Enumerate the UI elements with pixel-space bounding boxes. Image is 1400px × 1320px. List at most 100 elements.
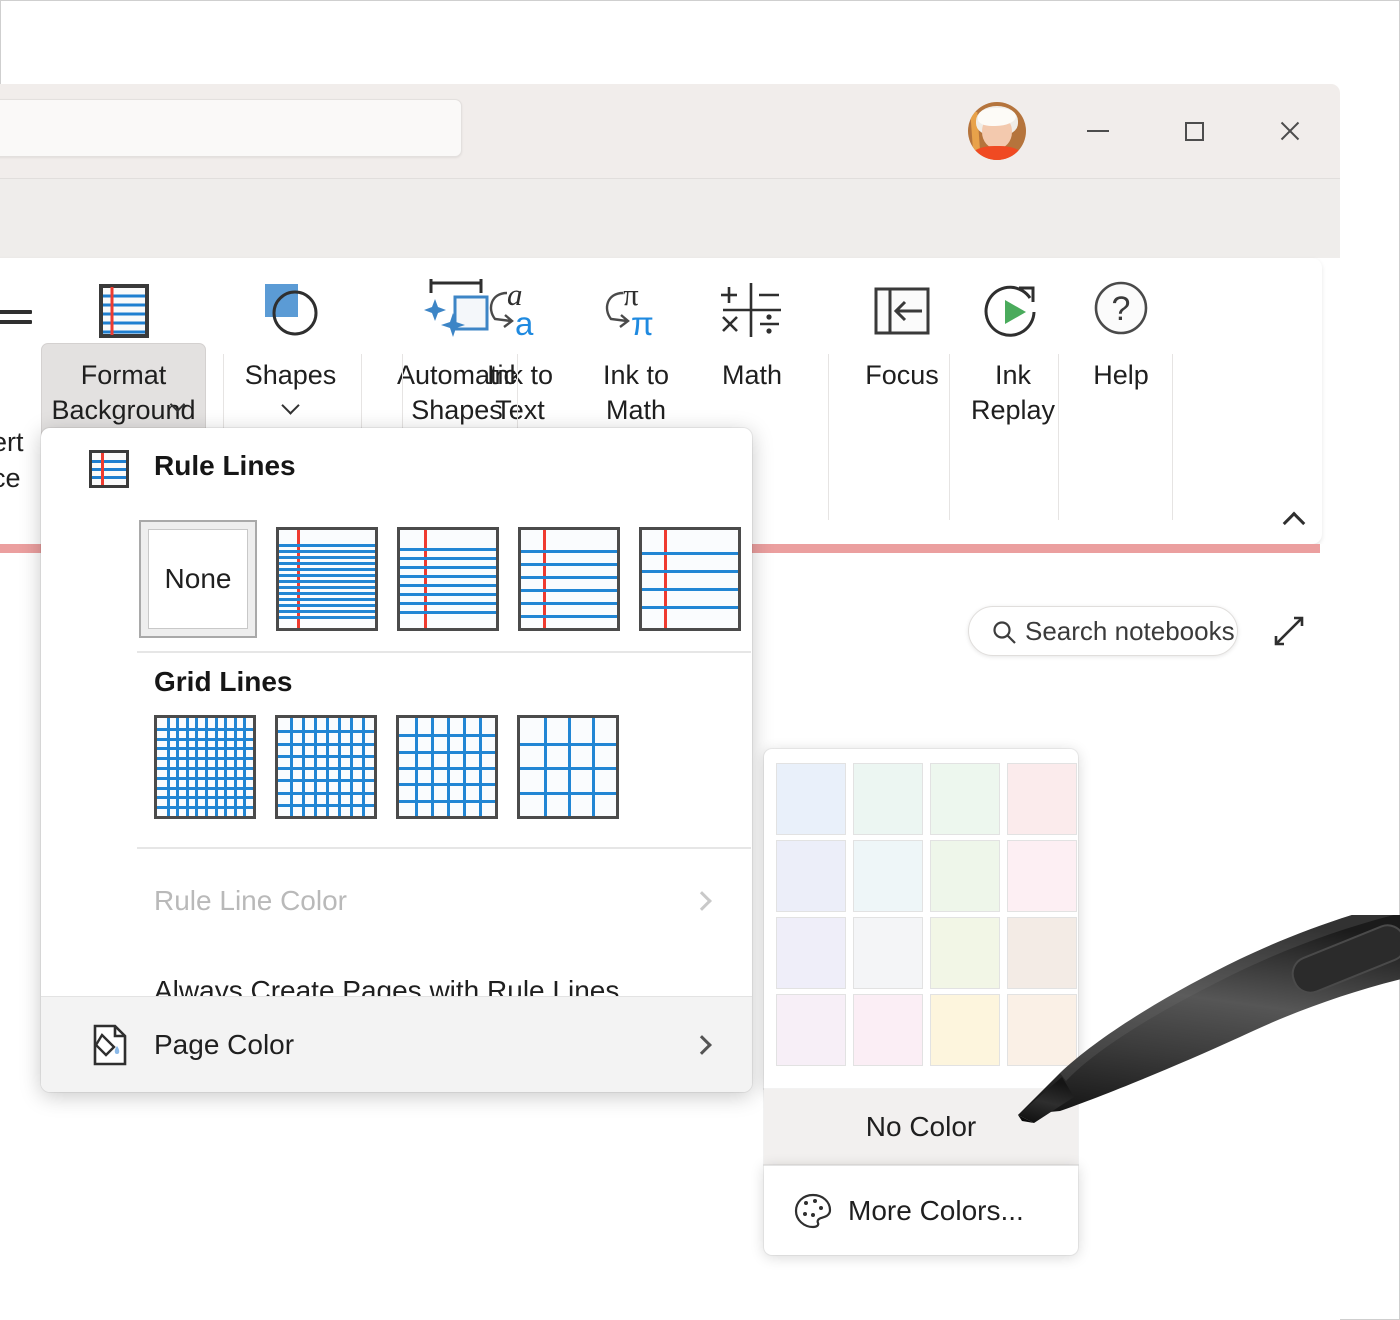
color-swatch-pale-sage[interactable] xyxy=(930,840,1000,912)
dropdown-divider-1 xyxy=(137,651,751,653)
focus-label: Focus xyxy=(865,358,939,393)
color-swatch-pale-blue[interactable] xyxy=(776,763,846,835)
grid-v-line xyxy=(479,718,482,816)
color-swatch-pale-grey[interactable] xyxy=(853,917,923,989)
rule-lines-title: Rule Lines xyxy=(154,450,296,482)
expand-icon[interactable] xyxy=(1270,612,1308,650)
ink-to-text-button[interactable]: a a Ink to Text xyxy=(460,266,580,428)
app-root: ert ce Format Background xyxy=(0,0,1400,1320)
rule-line-none-label: None xyxy=(148,529,248,629)
ink-to-math-button[interactable]: π π Ink to Math xyxy=(576,266,696,428)
ink-to-math-icon: π π xyxy=(597,266,675,358)
math-label: Math xyxy=(722,358,782,393)
page-color-item[interactable]: Page Color xyxy=(41,996,752,1092)
rule-line-option-college-ruled[interactable] xyxy=(397,527,499,631)
focus-button[interactable]: Focus xyxy=(842,266,962,393)
ribbon-partial-insert-space[interactable]: ert ce xyxy=(0,258,40,544)
color-swatch-pale-lavender[interactable] xyxy=(776,917,846,989)
chevron-right-icon xyxy=(692,1035,712,1055)
grid-h-line xyxy=(157,796,253,799)
grid-h-line xyxy=(157,787,253,790)
grid-v-line xyxy=(350,718,353,816)
color-swatch-pale-lilac[interactable] xyxy=(776,994,846,1066)
shapes-icon xyxy=(257,266,325,358)
rule-line-option-standard-ruled[interactable] xyxy=(518,527,620,631)
minimize-button[interactable] xyxy=(1050,84,1146,178)
close-button[interactable] xyxy=(1242,84,1338,178)
page-color-label: Page Color xyxy=(154,1029,294,1061)
insert-space-icon-2 xyxy=(0,320,32,324)
grid-v-line xyxy=(362,718,365,816)
grid-h-line xyxy=(278,779,374,782)
ink-replay-button[interactable]: Ink Replay xyxy=(953,266,1073,428)
search-icon xyxy=(991,619,1018,646)
rule-lines-header: Rule Lines xyxy=(41,428,752,510)
user-avatar[interactable] xyxy=(968,102,1026,160)
rule-line-color-label: Rule Line Color xyxy=(154,885,347,917)
chevron-right-icon xyxy=(692,891,712,911)
avatar-shirt xyxy=(972,146,1022,160)
ribbon-tab-strip[interactable] xyxy=(0,178,1340,258)
more-colors-item[interactable]: More Colors... xyxy=(764,1165,1078,1255)
rule-line-color-item[interactable]: Rule Line Color xyxy=(41,858,752,944)
help-label: Help xyxy=(1093,358,1149,393)
svg-text:?: ? xyxy=(1112,290,1131,328)
ribbon-separator-5 xyxy=(828,354,829,520)
color-swatch-pale-cyan[interactable] xyxy=(853,840,923,912)
focus-icon xyxy=(867,266,937,358)
math-icon xyxy=(717,266,787,358)
insert-space-icon xyxy=(0,310,32,314)
stylus-pen xyxy=(990,915,1400,1145)
help-button[interactable]: ? Help xyxy=(1066,266,1176,393)
rule-lines-icon xyxy=(89,450,129,488)
math-button[interactable]: Math xyxy=(702,266,802,393)
rule-line-option-narrow-ruled[interactable] xyxy=(276,527,378,631)
grid-h-line xyxy=(520,792,616,795)
grid-v-line xyxy=(338,718,341,816)
grid-line-option-grid-large[interactable] xyxy=(396,715,498,819)
ink-replay-icon xyxy=(978,266,1048,358)
ribbon-separator-6 xyxy=(949,354,950,520)
grid-v-line xyxy=(215,718,218,816)
shapes-button[interactable]: Shapes xyxy=(238,266,343,412)
search-notebooks-placeholder: Search notebooks xyxy=(1025,616,1235,647)
ink-to-math-label: Ink to Math xyxy=(603,358,669,428)
shapes-label: Shapes xyxy=(245,358,337,393)
grid-h-line xyxy=(157,777,253,780)
rule-line-option-wide-ruled[interactable] xyxy=(639,527,741,631)
grid-lines-title: Grid Lines xyxy=(154,666,292,698)
close-icon xyxy=(1278,119,1302,143)
rule-line-option-none[interactable]: None xyxy=(139,520,257,638)
grid-h-line xyxy=(157,806,253,809)
chevron-down-icon[interactable] xyxy=(281,396,299,414)
grid-v-line xyxy=(243,718,246,816)
color-swatch-pale-pink[interactable] xyxy=(853,994,923,1066)
collapse-ribbon-chevron-up-icon[interactable] xyxy=(1283,512,1306,535)
grid-v-line xyxy=(205,718,208,816)
format-background-button[interactable]: Format Background xyxy=(41,266,206,428)
search-notebooks-input[interactable]: Search notebooks xyxy=(968,606,1238,656)
maximize-icon xyxy=(1185,122,1204,141)
color-swatch-pale-rose[interactable] xyxy=(1007,763,1077,835)
color-swatch-pale-mint[interactable] xyxy=(853,763,923,835)
grid-line-option-grid-medium[interactable] xyxy=(275,715,377,819)
maximize-button[interactable] xyxy=(1146,84,1242,178)
title-bar xyxy=(0,84,1340,178)
margin-line xyxy=(101,453,104,485)
svg-text:a: a xyxy=(515,305,534,342)
color-swatch-pale-blush[interactable] xyxy=(1007,840,1077,912)
color-swatch-pale-periwinkle[interactable] xyxy=(776,840,846,912)
ribbon-separator-8 xyxy=(1172,354,1173,520)
grid-line-option-grid-small[interactable] xyxy=(154,715,256,819)
grid-line-option-grid-x-large[interactable] xyxy=(517,715,619,819)
dropdown-divider-2 xyxy=(137,847,751,849)
ink-to-text-icon: a a xyxy=(481,266,559,358)
grid-v-line xyxy=(592,718,595,816)
format-background-label: Format Background xyxy=(51,358,195,428)
title-search-input[interactable] xyxy=(0,99,462,157)
svg-text:π: π xyxy=(631,305,654,342)
no-color-label: No Color xyxy=(866,1111,976,1143)
rule-lines-options: None xyxy=(139,520,741,638)
color-swatch-pale-green[interactable] xyxy=(930,763,1000,835)
help-icon: ? xyxy=(1086,266,1156,358)
